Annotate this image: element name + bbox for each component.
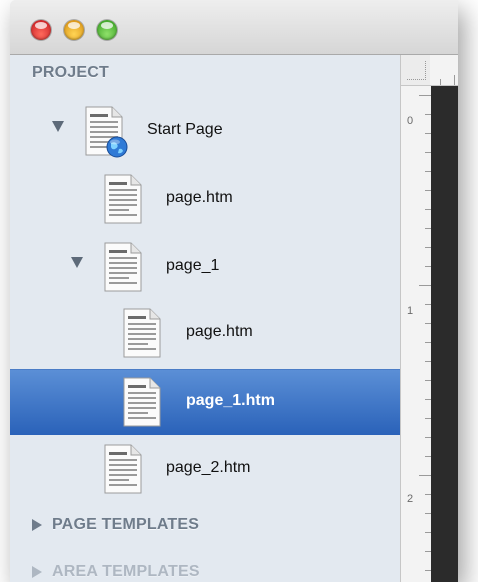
area-templates-section[interactable]: AREA TEMPLATES <box>32 563 200 581</box>
ruler-label: 1 <box>407 305 414 317</box>
tree-item-label: page_1.htm <box>186 392 275 409</box>
ruler-label: 2 <box>407 493 414 505</box>
tree-item-label: page_1 <box>166 257 220 274</box>
minimize-window-button[interactable] <box>64 20 84 40</box>
tree-item-page-1-folder[interactable]: page_1 <box>10 235 400 301</box>
tree-item-page-1-htm[interactable]: page_1.htm <box>10 369 400 435</box>
editor-canvas[interactable] <box>431 86 458 582</box>
area-templates-header: AREA TEMPLATES <box>52 563 200 580</box>
project-section-header: PROJECT <box>32 64 109 81</box>
tree-item-label: Start Page <box>147 121 223 138</box>
zoom-window-button[interactable] <box>97 20 117 40</box>
page-templates-header: PAGE TEMPLATES <box>52 516 200 533</box>
disclosure-triangle-icon[interactable] <box>71 257 83 268</box>
disclosure-triangle-icon[interactable] <box>52 121 64 132</box>
document-icon <box>103 174 143 224</box>
ruler-tick <box>419 95 431 96</box>
document-icon <box>103 444 143 494</box>
disclosure-triangle-icon[interactable] <box>32 566 42 578</box>
ruler-label: 0 <box>407 115 414 127</box>
disclosure-triangle-icon[interactable] <box>32 519 42 531</box>
close-window-button[interactable] <box>31 20 51 40</box>
title-bar <box>10 0 458 55</box>
tree-item-page-htm[interactable]: page.htm <box>10 167 400 233</box>
tree-item-page-htm-nested[interactable]: page.htm <box>10 301 400 367</box>
tree-item-label: page.htm <box>166 189 233 206</box>
ruler-tick <box>419 475 431 476</box>
document-icon <box>122 308 162 358</box>
document-icon <box>122 377 162 427</box>
document-icon <box>103 242 143 292</box>
app-window: PROJECT Start Page page.htm page_1 page.… <box>10 0 458 582</box>
ruler-corner <box>401 55 431 86</box>
tree-item-start-page[interactable]: Start Page <box>10 99 400 165</box>
start-page-icon <box>84 106 128 158</box>
ruler-tick <box>419 285 431 286</box>
tree-item-page-2-htm[interactable]: page_2.htm <box>10 437 400 503</box>
page-templates-section[interactable]: PAGE TEMPLATES <box>32 516 199 534</box>
globe-icon <box>106 136 128 158</box>
tree-item-label: page_2.htm <box>166 459 251 476</box>
tree-item-label: page.htm <box>186 323 253 340</box>
vertical-ruler: 0 1 2 <box>400 55 432 582</box>
project-sidebar: PROJECT Start Page page.htm page_1 page.… <box>10 55 400 582</box>
horizontal-ruler <box>430 55 458 86</box>
